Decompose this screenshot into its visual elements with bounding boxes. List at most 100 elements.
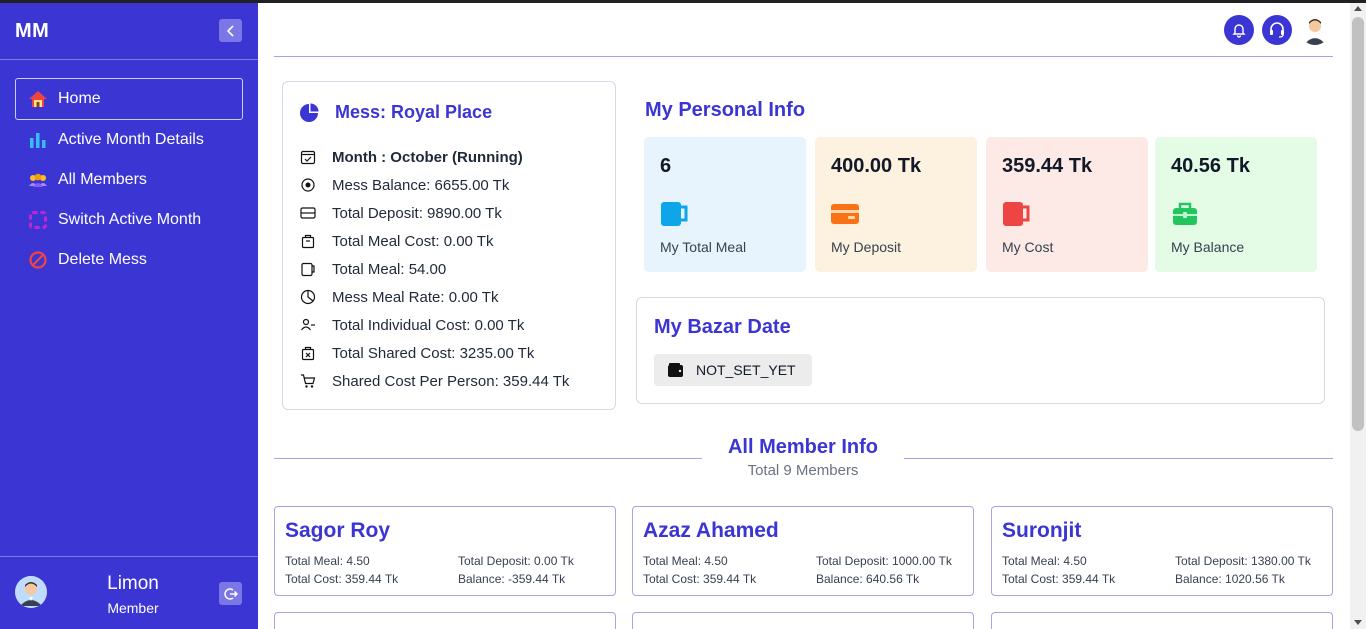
- mess-info-card: Mess: Royal Place Month : October (Runni…: [282, 81, 616, 410]
- switch-icon: [28, 210, 48, 230]
- sidebar-item-active-month-details[interactable]: Active Month Details: [15, 120, 243, 160]
- sidebar-item-label: Delete Mess: [58, 251, 147, 268]
- member-total-deposit: Total Deposit: 1380.00 Tk: [1175, 554, 1311, 568]
- stat-card-balance: 40.56 Tk My Balance: [1155, 137, 1317, 272]
- section-divider: [274, 458, 702, 459]
- sidebar-item-label: Active Month Details: [58, 131, 204, 148]
- member-stats-left: Total Meal: 4.50 Total Cost: 359.44 Tk: [285, 552, 398, 588]
- mug-icon: [299, 260, 317, 278]
- home-icon: [28, 89, 48, 109]
- sidebar-item-switch-active-month[interactable]: Switch Active Month: [15, 200, 243, 240]
- member-card[interactable]: Suronjit Total Meal: 4.50 Total Cost: 35…: [991, 506, 1333, 596]
- member-total-deposit: Total Deposit: 1000.00 Tk: [816, 554, 952, 568]
- current-month: Month : October (Running): [332, 148, 523, 166]
- member-card[interactable]: [991, 612, 1333, 629]
- total-shared-cost: Total Shared Cost: 3235.00 Tk: [332, 344, 535, 362]
- logout-button[interactable]: [219, 582, 242, 605]
- person-minus-icon: [299, 316, 317, 334]
- bazar-date-value: NOT_SET_YET: [696, 362, 796, 378]
- section-divider: [904, 458, 1333, 459]
- stat-label: My Total Meal: [660, 239, 747, 255]
- scroll-up-icon[interactable]: [1354, 6, 1362, 11]
- cart-icon: [299, 372, 317, 390]
- bag-icon: [299, 232, 317, 250]
- collapse-sidebar-button[interactable]: [219, 19, 242, 42]
- sidebar-divider: [0, 59, 258, 60]
- list-item: Total Deposit: 9890.00 Tk: [299, 199, 569, 227]
- bag-x-icon: [299, 344, 317, 362]
- total-meal-cost: Total Meal Cost: 0.00 Tk: [332, 232, 494, 250]
- list-item: Total Meal: 54.00: [299, 255, 569, 283]
- profile-avatar[interactable]: [1300, 15, 1330, 45]
- member-card[interactable]: Azaz Ahamed Total Meal: 4.50 Total Cost:…: [632, 506, 974, 596]
- shared-cost-per-person: Shared Cost Per Person: 359.44 Tk: [332, 372, 570, 390]
- sidebar-item-all-members[interactable]: All Members: [15, 160, 243, 200]
- list-item: Mess Balance: 6655.00 Tk: [299, 171, 569, 199]
- member-card[interactable]: [632, 612, 974, 629]
- list-item: Total Meal Cost: 0.00 Tk: [299, 227, 569, 255]
- avatar[interactable]: [15, 576, 47, 608]
- list-item: Mess Meal Rate: 0.00 Tk: [299, 283, 569, 311]
- user-role: Member: [107, 600, 159, 616]
- user-avatar-icon: [15, 576, 47, 608]
- list-item: Month : October (Running): [299, 143, 569, 171]
- member-total-cost: Total Cost: 359.44 Tk: [1002, 572, 1116, 586]
- list-item: Total Individual Cost: 0.00 Tk: [299, 311, 569, 339]
- notifications-button[interactable]: [1224, 15, 1254, 45]
- bar-chart-icon: [28, 130, 48, 150]
- sidebar-item-delete-mess[interactable]: Delete Mess: [15, 240, 243, 280]
- pie-outline-icon: [299, 288, 317, 306]
- sidebar: MM Home Active Month Details All Members: [0, 3, 258, 629]
- stat-label: My Balance: [1171, 239, 1245, 255]
- sidebar-item-home[interactable]: Home: [15, 78, 243, 120]
- calendar-check-icon: [299, 148, 317, 166]
- stat-label: My Deposit: [831, 239, 902, 255]
- stat-card-total-meal: 6 My Total Meal: [644, 137, 806, 272]
- main-content: Mess: Royal Place Month : October (Runni…: [258, 3, 1350, 629]
- sidebar-item-label: All Members: [58, 171, 147, 188]
- member-balance: Balance: 1020.56 Tk: [1175, 572, 1285, 586]
- member-stats-left: Total Meal: 4.50 Total Cost: 359.44 Tk: [643, 552, 756, 588]
- page-scrollbar[interactable]: [1350, 3, 1366, 629]
- stat-card-deposit: 400.00 Tk My Deposit: [815, 137, 977, 272]
- member-stats-right: Total Deposit: 0.00 Tk Balance: -359.44 …: [458, 552, 574, 588]
- mess-title: Mess: Royal Place: [299, 102, 492, 123]
- scroll-down-icon[interactable]: [1354, 620, 1362, 625]
- scrollbar-thumb[interactable]: [1352, 17, 1364, 431]
- stat-value: 400.00 Tk: [831, 155, 922, 177]
- member-balance: Balance: -359.44 Tk: [458, 572, 566, 586]
- members-icon: [28, 170, 48, 190]
- coins-icon: [299, 176, 317, 194]
- member-card[interactable]: [274, 612, 616, 629]
- bazar-title: My Bazar Date: [654, 316, 791, 338]
- member-card[interactable]: Sagor Roy Total Meal: 4.50 Total Cost: 3…: [274, 506, 616, 596]
- member-total-cost: Total Cost: 359.44 Tk: [643, 572, 757, 586]
- list-item: Total Shared Cost: 3235.00 Tk: [299, 339, 569, 367]
- logout-icon: [223, 587, 238, 600]
- members-section-title: All Member Info: [727, 436, 878, 458]
- user-name: Limon: [107, 573, 159, 594]
- mess-balance: Mess Balance: 6655.00 Tk: [332, 176, 510, 194]
- bazar-date-badge: NOT_SET_YET: [654, 354, 812, 386]
- chevron-left-icon: [226, 24, 234, 37]
- member-total-deposit: Total Deposit: 0.00 Tk: [458, 554, 574, 568]
- support-button[interactable]: [1262, 15, 1292, 45]
- header-actions: [1224, 15, 1330, 45]
- bell-icon: [1232, 24, 1246, 38]
- total-meal: Total Meal: 54.00: [332, 260, 447, 278]
- total-individual-cost: Total Individual Cost: 0.00 Tk: [332, 316, 525, 334]
- mess-stats-list: Month : October (Running) Mess Balance: …: [299, 143, 569, 395]
- member-name: Suronjit: [1002, 519, 1082, 542]
- member-total-meal: Total Meal: 4.50: [285, 554, 370, 568]
- total-deposit: Total Deposit: 9890.00 Tk: [332, 204, 502, 222]
- personal-info-title: My Personal Info: [645, 99, 806, 121]
- bazar-date-card: My Bazar Date NOT_SET_YET: [636, 297, 1325, 404]
- stat-label: My Cost: [1002, 239, 1054, 255]
- members-count: Total 9 Members: [747, 462, 859, 479]
- user-avatar-icon: [1304, 19, 1326, 45]
- cup-icon: [1003, 202, 1030, 226]
- member-name: Sagor Roy: [285, 519, 391, 542]
- brand-logo[interactable]: MM: [15, 20, 49, 43]
- list-item: Shared Cost Per Person: 359.44 Tk: [299, 367, 569, 395]
- headset-icon: [1270, 22, 1284, 38]
